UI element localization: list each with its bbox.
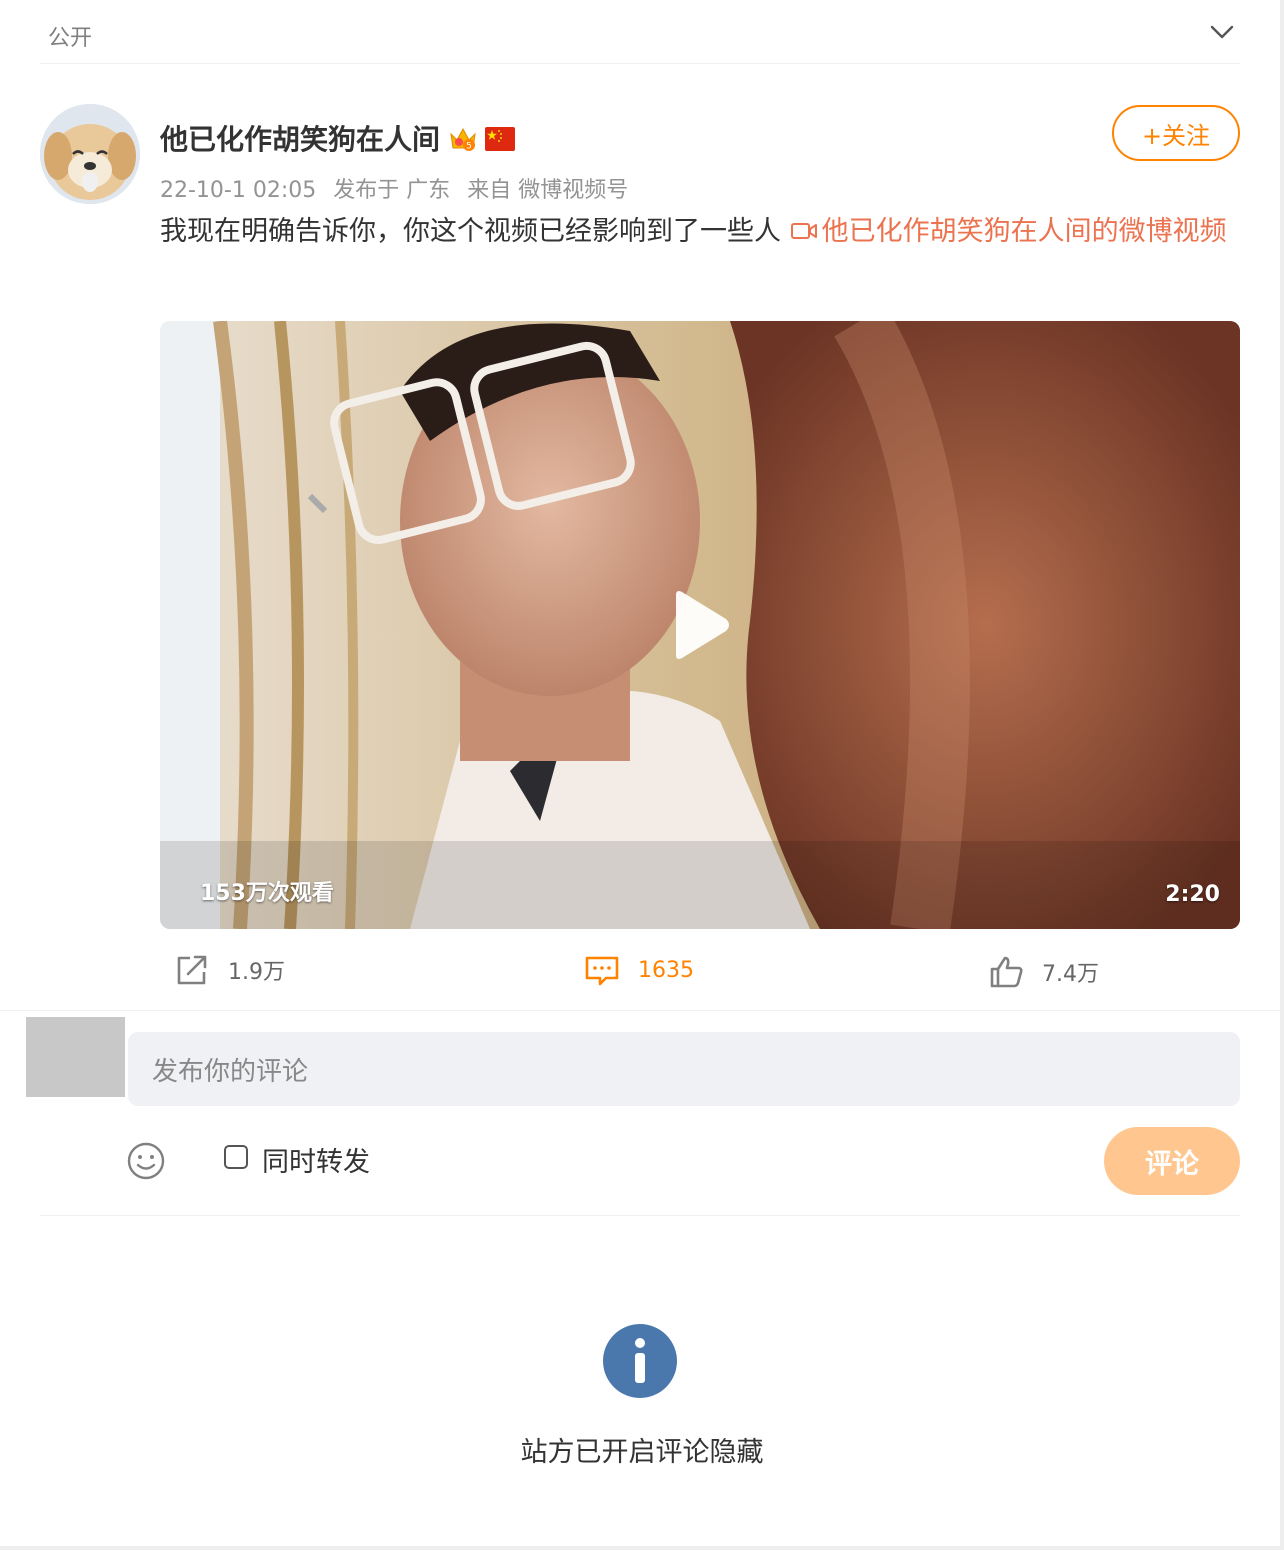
- post-time[interactable]: 22-10-1 02:05: [160, 178, 316, 203]
- repost-checkbox[interactable]: [224, 1145, 248, 1169]
- divider: [0, 1010, 1284, 1011]
- chevron-down-icon[interactable]: [1208, 18, 1236, 46]
- submit-comment-button[interactable]: 评论: [1104, 1127, 1240, 1195]
- bottom-border: [0, 1546, 1284, 1550]
- post-body: 我现在明确告诉你，你这个视频已经影响到了一些人: [160, 216, 781, 247]
- divider: [40, 1215, 1240, 1216]
- video-link[interactable]: 他已化作胡笑狗在人间的微博视频: [790, 216, 1227, 247]
- post-location: 发布于 广东: [333, 178, 451, 203]
- author-avatar[interactable]: [40, 104, 140, 204]
- video-link-text[interactable]: 他已化作胡笑狗在人间的微博视频: [822, 216, 1227, 247]
- post-meta: 22-10-1 02:05 发布于 广东 来自 微博视频号: [160, 172, 638, 204]
- like-button[interactable]: 7.4万: [988, 952, 1099, 992]
- svg-text:5: 5: [466, 142, 472, 152]
- view-count: 153万次观看: [200, 881, 334, 906]
- comment-button[interactable]: 1635: [584, 950, 694, 990]
- post-text: 我现在明确告诉你，你这个视频已经影响到了一些人 他已化作胡笑狗在人间的微博视频: [160, 208, 1244, 255]
- share-icon: [177, 955, 207, 985]
- comment-input[interactable]: 发布你的评论: [128, 1032, 1240, 1106]
- scrollbar-track: [1280, 0, 1284, 1550]
- comment-icon: [585, 956, 619, 986]
- video-camera-icon: [790, 223, 817, 239]
- comments-hidden-notice: 站方已开启评论隐藏: [520, 1437, 764, 1468]
- emoji-icon[interactable]: [126, 1141, 166, 1181]
- post-header: 公开: [0, 0, 1284, 64]
- repost-checkbox-label[interactable]: 同时转发: [262, 1140, 370, 1179]
- china-flag-icon: [485, 127, 515, 151]
- video-player[interactable]: 153万次观看 2:20: [160, 321, 1240, 929]
- play-icon[interactable]: [668, 589, 732, 661]
- like-count: 7.4万: [1042, 962, 1099, 987]
- post-source[interactable]: 来自 微博视频号: [467, 178, 628, 203]
- comment-placeholder: 发布你的评论: [152, 1056, 309, 1087]
- crown-icon: 5: [450, 127, 476, 152]
- divider: [40, 63, 1240, 64]
- current-user-avatar: [26, 1017, 125, 1097]
- video-duration: 2:20: [1165, 882, 1220, 907]
- comment-count: 1635: [638, 957, 694, 983]
- follow-button[interactable]: +关注: [1112, 105, 1240, 161]
- repost-button[interactable]: 1.9万: [174, 950, 285, 990]
- info-icon: [603, 1324, 677, 1398]
- repost-count: 1.9万: [228, 960, 285, 985]
- visibility-label: 公开: [48, 26, 93, 51]
- thumbs-up-icon: [990, 956, 1023, 988]
- author-name[interactable]: 他已化作胡笑狗在人间: [160, 118, 440, 158]
